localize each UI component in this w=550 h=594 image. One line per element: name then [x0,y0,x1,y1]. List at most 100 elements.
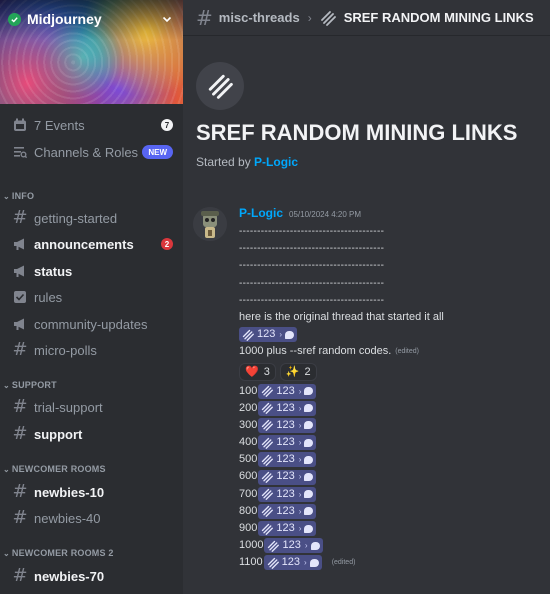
message-author[interactable]: P-Logic [239,206,283,220]
chevron-right-icon: › [298,455,302,465]
chip-label: 123 [282,539,301,552]
link-line: 300 123 › [239,417,544,434]
avatar[interactable] [193,207,227,241]
thread-link-chip[interactable]: 123 › [258,435,317,451]
reactions: ❤️ 3 ✨ 2 [239,361,544,383]
server-sidebar: Midjourney 7 Events 7 Channels & Roles N… [0,0,183,594]
hash-icon: # [12,339,28,360]
category-info[interactable]: ⌄ INFO [3,189,177,203]
sidebar-item-label: getting-started [34,210,118,226]
server-header[interactable]: Midjourney [8,9,173,29]
link-line: 900 123 › [239,520,544,537]
sidebar-item-status[interactable]: status [6,258,177,284]
category-support[interactable]: ⌄ SUPPORT [3,378,177,392]
sidebar-item-events[interactable]: 7 Events 7 [6,112,177,138]
megaphone-icon [10,234,30,254]
chevron-right-icon: › [298,438,302,448]
divider-text: ---------------------------------------- [239,294,385,306]
link-prefix: 500 [239,453,258,466]
link-prefix: 800 [239,504,258,517]
sidebar-item-community-updates[interactable]: community-updates [6,311,177,337]
sidebar-item-label: announcements [34,236,134,252]
link-line: 800 123 › [239,503,544,520]
category-newcomer-rooms-2[interactable]: ⌄ NEWCOMER ROOMS 2 [3,546,177,560]
reaction-heart[interactable]: ❤️ 3 [239,362,276,381]
chip-label: 123 [276,522,295,534]
reaction-count: 2 [304,365,311,378]
hash-icon: # [12,565,28,586]
bubble-icon [304,387,314,396]
chevron-down-icon: ⌄ [3,464,10,474]
divider-line: ---------------------------------------- [239,275,544,292]
chip-label: 123 [276,418,295,431]
thread-link-chip[interactable]: 123 › [264,538,323,554]
bubble-icon [304,490,314,499]
chip-label: 123 [276,470,295,483]
calendar-icon [10,115,30,135]
sidebar-item-newbies-40[interactable]: # newbies-40 [6,505,177,531]
category-label: INFO [11,191,35,201]
sidebar-item-rules[interactable]: rules [6,284,177,310]
thread-icon [320,10,336,26]
category-newcomer-rooms[interactable]: ⌄ NEWCOMER ROOMS [3,462,177,476]
link-line: 1000 123 › [239,537,544,554]
link-prefix: 600 [239,470,258,483]
chevron-down-icon: ⌄ [3,548,10,558]
chevron-right-icon: › [298,403,302,413]
divider-text: ---------------------------------------- [239,260,385,272]
thread-started-by: Started by P-Logic [196,155,298,169]
link-line: 700 123 › [239,486,544,503]
sidebar-item-label: trial-support [34,399,103,415]
sidebar-item-label: community-updates [34,316,148,332]
thread-icon [262,385,274,398]
chevron-right-icon: › [279,330,283,340]
thread-link-chip[interactable]: 123 › [263,555,322,571]
link-line: 123 › [239,326,544,343]
sidebar-item-getting-started[interactable]: # getting-started [6,205,177,231]
thread-link-chip[interactable]: 123 › [258,521,317,537]
bubble-icon [304,421,314,430]
sidebar-item-label: newbies-40 [34,510,101,526]
events-count-badge: 7 [161,119,173,131]
bubble-icon [304,438,314,447]
breadcrumb-thread: SREF RANDOM MINING LINKS [343,10,534,25]
message: P-Logic 05/10/2024 4:20 PM -------------… [239,206,544,572]
sidebar-item-label: support [34,426,83,442]
sidebar-item-trial-support[interactable]: # trial-support [6,394,177,420]
started-by-user[interactable]: P-Logic [254,155,298,169]
thread-link-chip[interactable]: 123 › [258,486,317,502]
thread-link-chip[interactable]: 123 › [258,383,317,399]
sparkles-icon: ✨ [285,366,300,378]
chevron-down-icon[interactable] [161,13,173,25]
chevron-right-icon: › [298,506,302,516]
thread-link-chip[interactable]: 123 › [258,469,317,485]
sidebar-item-label: Channels & Roles [34,144,139,160]
link-prefix: 1100 [239,556,263,569]
thread-link-chip[interactable]: 123 › [258,400,317,416]
thread-icon [262,420,274,432]
chip-label: 123 [276,504,295,517]
sidebar-item-newbies-70[interactable]: # newbies-70 [6,563,177,589]
chip-label: 123 [276,436,295,449]
thread-link-chip[interactable]: 123 › [239,327,298,343]
thread-link-chip[interactable]: 123 › [258,503,317,519]
link-line: 500 123 › [239,451,544,468]
breadcrumb-channel[interactable]: misc-threads [219,10,300,25]
edited-label: (edited) [331,559,356,567]
channels-roles-icon [10,142,30,162]
hash-icon: # [12,396,28,417]
sidebar-item-label: newbies-10 [34,484,105,500]
chip-label: 123 [276,401,295,414]
link-line: 600 123 › [239,468,544,485]
sidebar-item-newbies-10[interactable]: # newbies-10 [6,479,177,505]
sidebar-item-announcements[interactable]: announcements 2 [6,231,177,257]
thread-link-chip[interactable]: 123 › [258,417,317,433]
sidebar-item-micro-polls[interactable]: # micro-polls [6,337,177,363]
category-label: SUPPORT [11,380,57,390]
sidebar-item-label: rules [34,289,63,305]
sidebar-item-channels-roles[interactable]: Channels & Roles NEW [6,139,177,165]
chevron-right-icon: › [298,524,302,533]
reaction-sparkles[interactable]: ✨ 2 [279,362,317,381]
thread-link-chip[interactable]: 123 › [258,452,317,468]
sidebar-item-support[interactable]: # support [6,421,177,447]
